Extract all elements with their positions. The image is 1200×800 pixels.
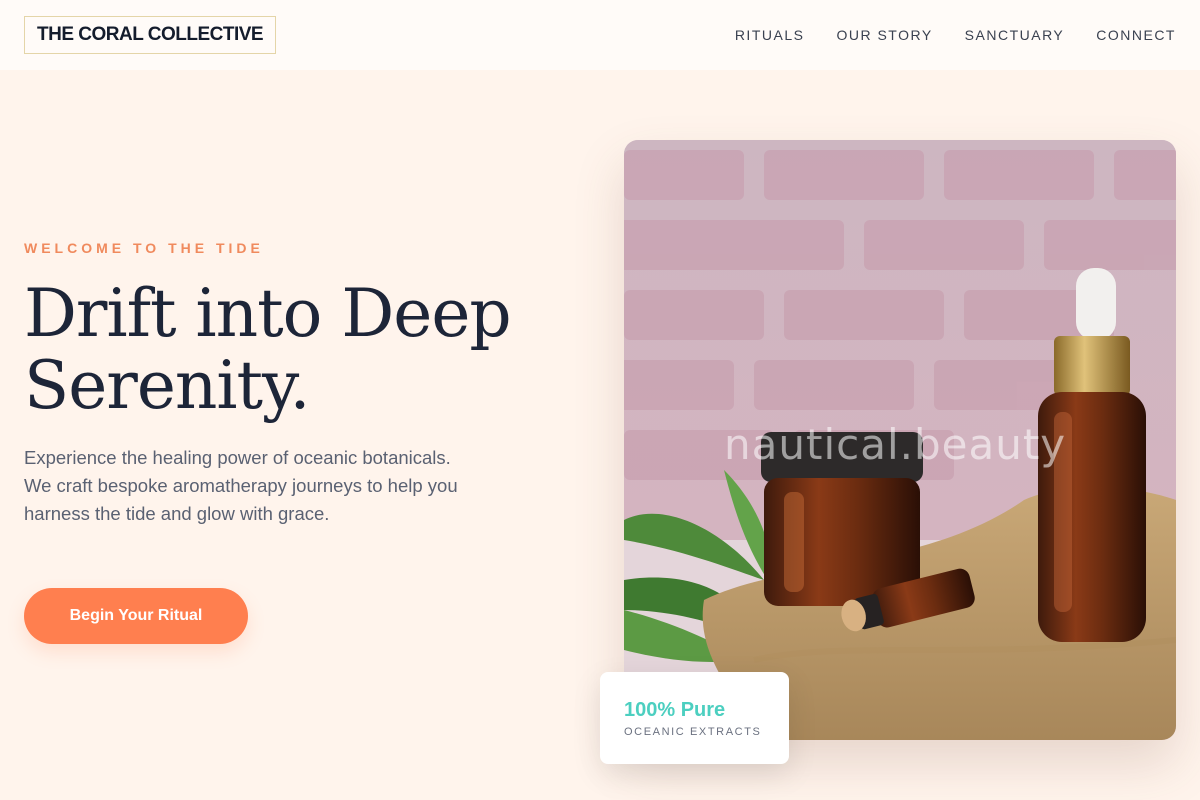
brand-logo[interactable]: THE CORAL COLLECTIVE [24,16,277,54]
hero-description: Experience the healing power of oceanic … [24,447,458,524]
begin-ritual-button[interactable]: Begin Your Ritual [24,588,248,644]
hero-product-image: nautical.beauty [624,140,1176,740]
site-header: THE CORAL COLLECTIVE RITUALS OUR STORY S… [0,0,1200,70]
hero-eyebrow: WELCOME TO THE TIDE [24,240,264,256]
nav-sanctuary[interactable]: SANCTUARY [965,27,1065,43]
badge-subtitle: OCEANIC EXTRACTS [624,726,762,738]
nav-connect[interactable]: CONNECT [1096,27,1176,43]
purity-badge: 100% Pure OCEANIC EXTRACTS [600,672,789,764]
nav-rituals[interactable]: RITUALS [735,27,805,43]
main-nav: RITUALS OUR STORY SANCTUARY CONNECT [735,27,1176,43]
badge-title: 100% Pure [624,699,726,721]
hero-headline: Drift into Deep Serenity. [24,275,512,424]
nav-our-story[interactable]: OUR STORY [836,27,932,43]
image-watermark: nautical.beauty [724,420,1067,469]
